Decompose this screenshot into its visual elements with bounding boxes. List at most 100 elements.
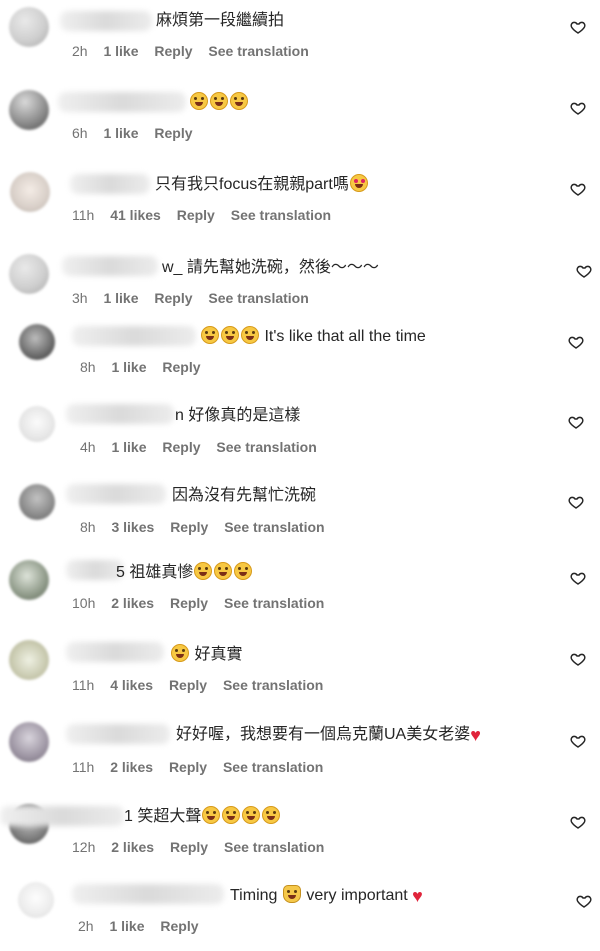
heart-outline-icon[interactable] xyxy=(570,814,586,830)
raised-hands-emoji xyxy=(282,885,301,903)
comment-time: 11h xyxy=(72,207,95,223)
comment-time: 11h xyxy=(72,677,95,693)
red-heart-emoji: ♥ xyxy=(412,886,423,906)
face-with-tears-of-joy-emoji xyxy=(262,806,281,824)
username-blurred[interactable] xyxy=(66,484,166,504)
comment-time: 6h xyxy=(72,125,88,141)
avatar[interactable] xyxy=(18,882,54,918)
likes-count[interactable]: 2 likes xyxy=(111,595,154,611)
heart-outline-icon[interactable] xyxy=(570,733,586,749)
see-translation-button[interactable]: See translation xyxy=(224,839,324,855)
reply-button[interactable]: Reply xyxy=(170,595,208,611)
see-translation-button[interactable]: See translation xyxy=(224,595,324,611)
comment-text-body: 只有我只focus在親親part嗎 xyxy=(155,176,349,193)
comment-item: 5 祖雄真慘 10h 2 likes Reply See translation xyxy=(0,552,600,632)
likes-count[interactable]: 2 likes xyxy=(110,759,153,775)
likes-count[interactable]: 1 like xyxy=(103,290,138,306)
comment-meta: 8h 1 like Reply xyxy=(80,358,213,376)
heart-outline-icon[interactable] xyxy=(568,334,584,350)
username-blurred[interactable] xyxy=(72,326,196,346)
avatar[interactable] xyxy=(10,172,50,212)
heart-outline-icon[interactable] xyxy=(568,414,584,430)
likes-count[interactable]: 2 likes xyxy=(111,839,154,855)
comment-item: 只有我只focus在親親part嗎 11h 41 likes Reply See… xyxy=(0,164,600,244)
face-with-tears-of-joy-emoji xyxy=(201,326,219,344)
reply-button[interactable]: Reply xyxy=(177,207,215,223)
face-with-tears-of-joy-emoji xyxy=(230,92,248,110)
username-blurred[interactable] xyxy=(66,404,174,424)
comment-time: 8h xyxy=(80,359,96,375)
face-with-tears-of-joy-emoji xyxy=(190,92,208,110)
reply-button[interactable]: Reply xyxy=(170,519,208,535)
username-blurred[interactable] xyxy=(0,806,124,826)
face-with-tears-of-joy-emoji xyxy=(241,326,259,344)
comment-text-body: 5 祖雄真慘 xyxy=(116,564,194,581)
comment-item: w_ 請先幫她洗碗，然後～～～ 3h 1 like Reply See tran… xyxy=(0,246,600,326)
comment-time: 3h xyxy=(72,290,88,306)
avatar[interactable] xyxy=(19,484,55,520)
face-with-tears-of-joy-emoji xyxy=(234,562,253,580)
see-translation-button[interactable]: See translation xyxy=(216,439,316,455)
likes-count[interactable]: 41 likes xyxy=(110,207,161,223)
see-translation-button[interactable]: See translation xyxy=(223,759,323,775)
comment-item: n 好像真的是這樣 4h 1 like Reply See translatio… xyxy=(0,396,600,476)
reply-button[interactable]: Reply xyxy=(162,439,200,455)
username-blurred[interactable] xyxy=(72,884,224,904)
avatar[interactable] xyxy=(19,324,55,360)
reply-button[interactable]: Reply xyxy=(154,43,192,59)
username-blurred[interactable] xyxy=(66,724,170,744)
likes-count[interactable]: 1 like xyxy=(103,43,138,59)
heart-outline-icon[interactable] xyxy=(570,19,586,35)
likes-count[interactable]: 1 like xyxy=(109,918,144,934)
comment-time: 11h xyxy=(72,759,95,775)
avatar[interactable] xyxy=(9,254,49,294)
reply-button[interactable]: Reply xyxy=(154,125,192,141)
see-translation-button[interactable]: See translation xyxy=(223,677,323,693)
heart-outline-icon[interactable] xyxy=(570,181,586,197)
likes-count[interactable]: 3 likes xyxy=(111,519,154,535)
avatar[interactable] xyxy=(19,406,55,442)
comment-text-body: 1 笑超大聲 xyxy=(124,808,202,825)
heart-outline-icon[interactable] xyxy=(576,893,592,909)
username-blurred[interactable] xyxy=(70,174,150,194)
comment-meta: 11h 41 likes Reply See translation xyxy=(72,206,343,224)
heart-eyes-emoji xyxy=(349,174,368,192)
avatar[interactable] xyxy=(9,560,49,600)
likes-count[interactable]: 1 like xyxy=(103,125,138,141)
avatar[interactable] xyxy=(9,722,49,762)
likes-count[interactable]: 1 like xyxy=(111,439,146,455)
username-blurred[interactable] xyxy=(66,642,164,662)
reply-button[interactable]: Reply xyxy=(169,759,207,775)
comment-text: 麻煩第一段繼續拍 xyxy=(156,12,285,29)
heart-outline-icon[interactable] xyxy=(576,263,592,279)
comment-meta: 12h 2 likes Reply See translation xyxy=(72,838,336,856)
heart-outline-icon[interactable] xyxy=(570,570,586,586)
see-translation-button[interactable]: See translation xyxy=(208,290,308,306)
likes-count[interactable]: 1 like xyxy=(111,359,146,375)
comment-item: It's like that all the time 8h 1 like Re… xyxy=(0,318,600,398)
avatar[interactable] xyxy=(9,640,49,680)
reply-button[interactable]: Reply xyxy=(169,677,207,693)
likes-count[interactable]: 4 likes xyxy=(110,677,153,693)
reply-button[interactable]: Reply xyxy=(170,839,208,855)
comment-meta: 11h 4 likes Reply See translation xyxy=(72,676,335,694)
reply-button[interactable]: Reply xyxy=(162,359,200,375)
comment-item: 好好喔，我想要有一個烏克蘭UA美女老婆♥ 11h 2 likes Reply S… xyxy=(0,714,600,794)
heart-outline-icon[interactable] xyxy=(570,100,586,116)
reply-button[interactable]: Reply xyxy=(160,918,198,934)
username-blurred[interactable] xyxy=(62,256,158,276)
face-with-tears-of-joy-emoji xyxy=(214,562,233,580)
username-blurred[interactable] xyxy=(58,92,186,112)
heart-outline-icon[interactable] xyxy=(570,651,586,667)
reply-button[interactable]: Reply xyxy=(154,290,192,306)
see-translation-button[interactable]: See translation xyxy=(224,519,324,535)
heart-outline-icon[interactable] xyxy=(568,494,584,510)
avatar[interactable] xyxy=(9,7,49,47)
username-blurred[interactable] xyxy=(60,11,152,31)
avatar[interactable] xyxy=(9,90,49,130)
see-translation-button[interactable]: See translation xyxy=(231,207,331,223)
comment-text: 好真實 xyxy=(170,644,242,665)
comment-text: 因為沒有先幫忙洗碗 xyxy=(172,487,317,504)
comment-time: 4h xyxy=(80,439,96,455)
see-translation-button[interactable]: See translation xyxy=(208,43,308,59)
